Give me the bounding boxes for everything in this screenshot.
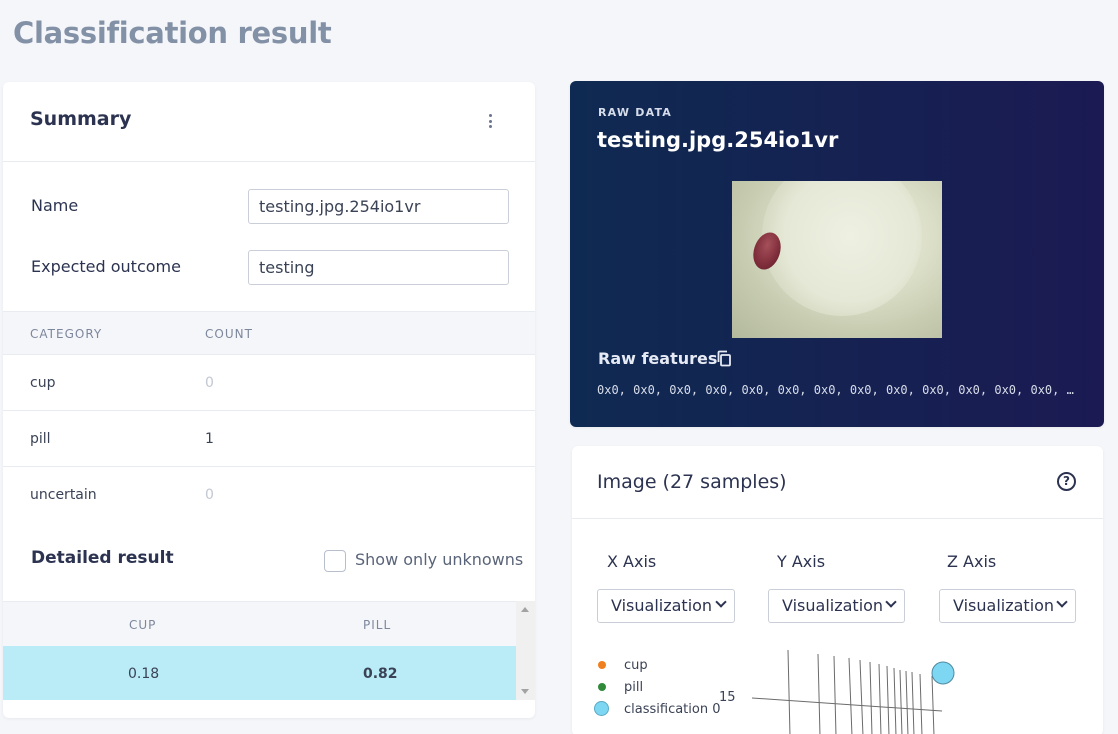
category-name: cup — [30, 375, 56, 391]
category-name: uncertain — [30, 487, 97, 503]
column-header-cup: CUP — [129, 618, 157, 632]
axis-tick-label: 15 — [719, 690, 736, 705]
category-table-header: CATEGORY COUNT — [3, 311, 535, 355]
detailed-result-title: Detailed result — [31, 548, 174, 568]
legend-marker-pill — [598, 683, 606, 691]
chevron-down-icon — [1056, 596, 1068, 608]
classification-point[interactable] — [931, 661, 955, 685]
summary-card: Summary Name testing.jpg.254io1vr Expect… — [3, 82, 535, 718]
column-header-count: COUNT — [205, 327, 253, 341]
legend-marker-cup — [598, 661, 606, 669]
chevron-down-icon — [885, 596, 897, 608]
category-table: CATEGORY COUNT cup 0 pill 1 uncertain 0 — [3, 311, 535, 523]
legend-marker-classification — [594, 701, 609, 716]
expected-outcome-label: Expected outcome — [31, 257, 181, 276]
show-only-unknowns-label[interactable]: Show only unknowns — [355, 550, 523, 569]
legend-label-classification[interactable]: classification 0 — [624, 702, 721, 717]
raw-features-label: Raw features — [598, 349, 718, 368]
z-axis-label: Z Axis — [947, 552, 997, 571]
page-title: Classification result — [13, 16, 332, 50]
table-row: cup 0 — [3, 355, 535, 411]
z-axis-select-value: Visualization — [953, 596, 1055, 615]
image-card-title: Image (27 samples) — [597, 471, 787, 493]
expected-outcome-field[interactable]: testing — [248, 250, 509, 285]
scroll-up-arrow-icon[interactable] — [521, 607, 529, 612]
x-axis-select[interactable]: Visualization — [597, 589, 735, 623]
image-card-header: Image (27 samples) ? — [572, 446, 1103, 519]
column-header-category: CATEGORY — [30, 327, 103, 341]
scrollbar[interactable] — [516, 601, 535, 700]
raw-data-card: RAW DATA testing.jpg.254io1vr Raw featur… — [570, 81, 1104, 427]
plot-grid — [751, 649, 943, 734]
scroll-down-arrow-icon[interactable] — [521, 689, 529, 694]
sample-image — [732, 181, 942, 338]
table-row[interactable]: 0.18 0.82 — [3, 646, 516, 700]
category-count: 0 — [205, 487, 214, 503]
result-table-header: CUP PILL — [3, 601, 516, 646]
plate-shape — [762, 181, 922, 316]
legend-label-cup[interactable]: cup — [624, 658, 648, 673]
x-axis-label: X Axis — [607, 552, 657, 571]
category-count: 1 — [205, 431, 214, 447]
legend-label-pill[interactable]: pill — [624, 680, 643, 695]
column-header-pill: PILL — [363, 618, 392, 632]
chevron-down-icon — [715, 596, 727, 608]
3d-scatter-plot[interactable] — [742, 646, 972, 734]
category-name: pill — [30, 431, 51, 447]
x-axis-select-value: Visualization — [611, 596, 713, 615]
y-axis-label: Y Axis — [777, 552, 826, 571]
raw-features-values: 0x0, 0x0, 0x0, 0x0, 0x0, 0x0, 0x0, 0x0, … — [597, 383, 1075, 397]
detailed-result-table: CUP PILL 0.18 0.82 — [3, 601, 535, 718]
copy-icon[interactable] — [716, 350, 732, 367]
show-only-unknowns-checkbox[interactable] — [324, 550, 346, 572]
summary-title: Summary — [30, 108, 132, 130]
image-samples-card: Image (27 samples) ? X Axis Y Axis Z Axi… — [572, 446, 1103, 734]
name-field[interactable]: testing.jpg.254io1vr — [248, 189, 509, 224]
help-icon[interactable]: ? — [1057, 472, 1076, 491]
kebab-menu-icon[interactable] — [487, 114, 493, 128]
y-axis-select[interactable]: Visualization — [768, 589, 905, 623]
y-axis-select-value: Visualization — [782, 596, 884, 615]
table-row: uncertain 0 — [3, 467, 535, 523]
result-cup-value: 0.18 — [128, 666, 160, 682]
name-label: Name — [31, 196, 79, 215]
result-pill-value: 0.82 — [363, 666, 398, 682]
category-count: 0 — [205, 375, 214, 391]
raw-data-overline: RAW DATA — [598, 106, 673, 119]
z-axis-select[interactable]: Visualization — [939, 589, 1076, 623]
summary-header: Summary — [3, 82, 535, 162]
table-row: pill 1 — [3, 411, 535, 467]
raw-data-title: testing.jpg.254io1vr — [597, 128, 839, 152]
